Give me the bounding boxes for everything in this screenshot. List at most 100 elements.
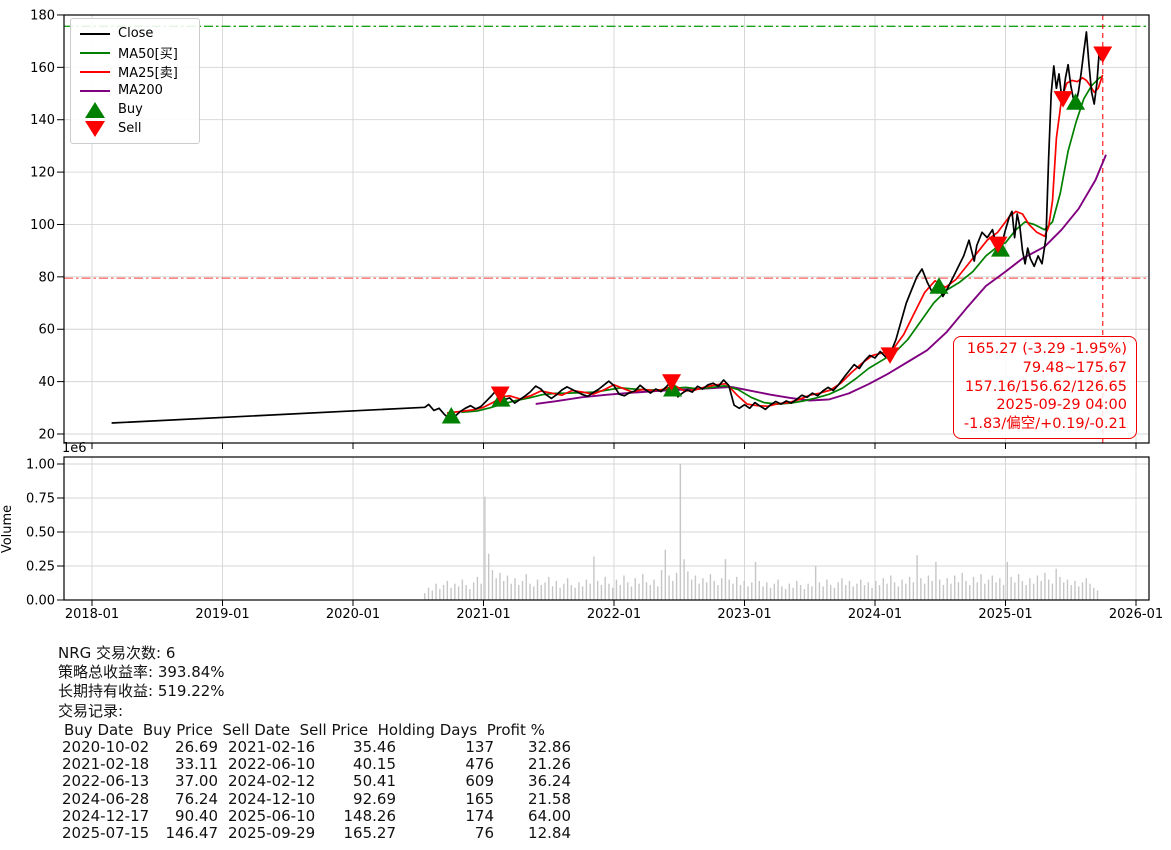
volume-bar [495, 578, 496, 600]
volume-bar [774, 584, 775, 600]
legend-label: MA50[买] [118, 43, 178, 62]
sell-price-cell: 148.26 [324, 808, 396, 825]
volume-bar [781, 586, 782, 600]
volume-bar [529, 584, 530, 600]
volume-bar [879, 585, 880, 600]
volume-bar [450, 588, 451, 600]
volume-bar [432, 590, 433, 600]
volume-bar [909, 577, 910, 600]
volume-bar [676, 573, 677, 600]
stats-trade-count: NRG 交易次数: 6 [58, 644, 571, 663]
volume-bar [834, 588, 835, 600]
volume-bar [563, 584, 564, 600]
volume-bar [447, 581, 448, 600]
volume-y-tick-label: 0.00 [26, 594, 55, 609]
trade-table-row: 2021-02-1833.112022-06-1040.1547621.26 [58, 756, 571, 773]
volume-bar [492, 570, 493, 600]
volume-bar [1055, 569, 1056, 600]
buy-date-cell: 2025-07-15 [58, 825, 158, 842]
buy-date-cell: 2020-10-02 [58, 739, 158, 756]
volume-bar [965, 581, 966, 600]
volume-bar [706, 582, 707, 600]
sell-date-cell: 2024-02-12 [218, 773, 324, 790]
volume-bar [533, 586, 534, 600]
legend-item-ma25: MA25[卖] [79, 62, 191, 81]
buy-triangle-icon [85, 102, 105, 118]
volume-bar [695, 576, 696, 600]
volume-bar [837, 582, 838, 600]
volume-bar [1044, 573, 1045, 600]
y-tick-label: 120 [30, 166, 55, 181]
volume-bar [894, 582, 895, 600]
x-tick-label: 2018-01 [65, 607, 119, 622]
y-tick-label: 20 [38, 428, 55, 443]
volume-bar [1071, 585, 1072, 600]
sell-date-cell: 2024-12-10 [218, 791, 324, 808]
volume-bar [890, 576, 891, 600]
volume-bar [646, 582, 647, 600]
x-tick-label: 2026-01 [1109, 607, 1163, 622]
x-tick-label: 2024-01 [848, 607, 902, 622]
volume-bar [661, 570, 662, 600]
volume-bar [875, 581, 876, 600]
volume-bar [853, 586, 854, 600]
volume-bar [856, 584, 857, 600]
volume-bar [826, 580, 827, 600]
volume-bar [571, 585, 572, 600]
volume-bar [1086, 578, 1087, 600]
volume-bar [864, 585, 865, 600]
volume-bar [631, 586, 632, 600]
volume-bar [992, 576, 993, 600]
volume-bar [901, 580, 902, 600]
volume-y-tick-label: 0.25 [26, 560, 55, 575]
volume-bar [766, 582, 767, 600]
line-swatch [80, 90, 110, 92]
volume-bar [544, 582, 545, 600]
legend-line-swatch [79, 33, 111, 35]
volume-bar [586, 580, 587, 600]
volume-scale-label: 1e6 [62, 441, 87, 456]
volume-bar [578, 582, 579, 600]
holding-days-cell: 174 [396, 808, 494, 825]
volume-bar [612, 588, 613, 600]
volume-bar [984, 584, 985, 600]
sell-marker [1093, 47, 1112, 64]
legend-label: Sell [118, 121, 141, 136]
stats-records-label: 交易记录: [58, 702, 571, 721]
volume-bar [954, 576, 955, 600]
line-swatch [80, 52, 110, 54]
holding-days-cell: 76 [396, 825, 494, 842]
y-tick-label: 100 [30, 218, 55, 233]
volume-bar [792, 588, 793, 600]
x-tick-label: 2020-01 [326, 607, 380, 622]
legend-line-swatch [79, 71, 111, 73]
volume-bar [935, 562, 936, 600]
volume-bar [439, 589, 440, 600]
volume-bar [616, 580, 617, 600]
buy-price-cell: 90.40 [158, 808, 218, 825]
volume-bar [702, 578, 703, 600]
volume-bar [1097, 590, 1098, 600]
volume-bar [680, 464, 681, 600]
volume-bar [729, 580, 730, 600]
y-tick-label: 180 [30, 8, 55, 23]
volume-bar [883, 578, 884, 600]
volume-bar [499, 573, 500, 600]
volume-bar [526, 574, 527, 600]
volume-bar [435, 584, 436, 600]
figure: 204060801001201401601802018-012019-01202… [0, 0, 1171, 850]
volume-bar [928, 576, 929, 600]
buy-price-cell: 33.11 [158, 756, 218, 773]
y-tick-label: 60 [38, 323, 55, 338]
volume-bar [484, 497, 485, 600]
volume-bar [860, 580, 861, 600]
volume-bar [1059, 577, 1060, 600]
volume-bar [785, 589, 786, 600]
volume-bar [725, 559, 726, 600]
holding-days-cell: 609 [396, 773, 494, 790]
profit-pct-cell: 21.58 [494, 791, 571, 808]
price-annotation-box: 165.27 (-3.29 -1.95%) 79.48~175.67 157.1… [953, 336, 1137, 439]
volume-bar [830, 585, 831, 600]
volume-bar [1048, 580, 1049, 600]
volume-bar [608, 584, 609, 600]
